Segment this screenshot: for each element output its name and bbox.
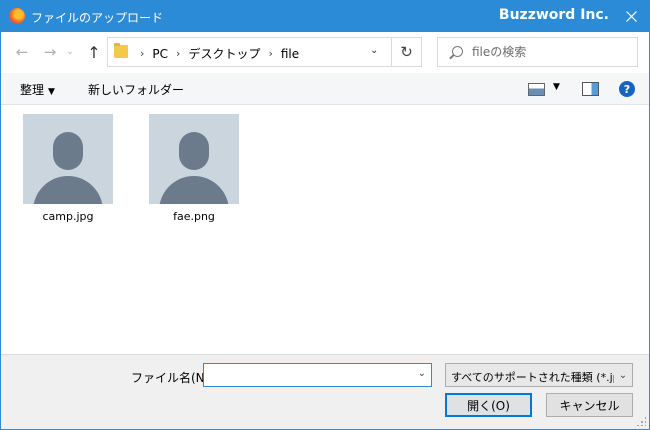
title-bar: ファイルのアップロード Buzzword Inc. [1, 1, 649, 32]
forward-button[interactable]: → [41, 42, 59, 62]
chevron-down-icon: ⌄ [66, 47, 74, 57]
refresh-icon: ↻ [400, 43, 413, 61]
up-arrow-icon: ↑ [87, 42, 101, 62]
chevron-right-icon: › [176, 47, 181, 60]
view-options-caret-icon[interactable]: ▼ [553, 82, 560, 92]
chevron-right-icon: › [140, 47, 145, 60]
address-dropdown-button[interactable]: ⌄ [370, 45, 378, 56]
cancel-button[interactable]: キャンセル [546, 393, 633, 417]
filetype-value: すべてのサポートされた種類 (*.jpg;* [451, 371, 633, 384]
help-button[interactable]: ? [619, 81, 635, 97]
search-icon [452, 46, 463, 57]
breadcrumb-item-file[interactable]: file [281, 47, 299, 61]
forward-arrow-icon: → [43, 43, 57, 61]
file-name: camp.jpg [42, 210, 94, 223]
chevron-down-icon: ⌄ [370, 45, 379, 56]
command-bar: 整理 ▼ 新しいフォルダー ▼ ? [1, 73, 649, 105]
person-placeholder-icon [149, 114, 239, 204]
refresh-button[interactable]: ↻ [391, 38, 421, 66]
resize-grip[interactable] [636, 416, 646, 426]
filename-input[interactable] [208, 367, 408, 383]
address-bar[interactable]: › PC › デスクトップ › file ⌄ ↻ [107, 37, 422, 67]
breadcrumb: › PC › デスクトップ › file [132, 45, 299, 62]
brand-label: Buzzword Inc. [498, 7, 609, 23]
filename-combobox[interactable]: ⌄ [203, 363, 432, 387]
preview-pane-button[interactable] [582, 82, 599, 96]
file-upload-dialog: ファイルのアップロード Buzzword Inc. ← → ⌄ ↑ › PC › [0, 0, 650, 430]
filename-label: ファイル名(N): [131, 371, 214, 385]
firefox-icon [9, 8, 25, 24]
search-input[interactable] [472, 44, 632, 60]
close-icon [625, 11, 637, 22]
chevron-down-icon: ⌄ [614, 364, 632, 386]
breadcrumb-item-pc[interactable]: PC [152, 47, 168, 61]
view-options-button[interactable] [528, 83, 545, 96]
chevron-down-icon[interactable]: ⌄ [418, 368, 426, 379]
organize-button[interactable]: 整理 ▼ [20, 81, 55, 98]
dialog-footer: ファイル名(N): ⌄ すべてのサポートされた種類 (*.jpg;* ⌄ 開く(… [1, 354, 649, 429]
up-button[interactable]: ↑ [85, 42, 103, 62]
caret-down-icon: ▼ [48, 87, 55, 97]
open-button[interactable]: 開く(O) [445, 393, 532, 417]
navigation-bar: ← → ⌄ ↑ › PC › デスクトップ › file ⌄ ↻ [1, 32, 649, 73]
folder-icon [114, 43, 128, 58]
person-placeholder-icon [23, 114, 113, 204]
breadcrumb-item-desktop[interactable]: デスクトップ [188, 45, 260, 62]
file-list: camp.jpg fae.png [1, 106, 649, 354]
recent-locations-button[interactable]: ⌄ [64, 42, 76, 62]
window-title: ファイルのアップロード [31, 11, 164, 25]
search-box[interactable] [437, 37, 638, 67]
close-button[interactable] [613, 1, 649, 32]
chevron-right-icon: › [268, 47, 273, 60]
back-button[interactable]: ← [13, 42, 31, 62]
filetype-select[interactable]: すべてのサポートされた種類 (*.jpg;* ⌄ [445, 363, 633, 387]
back-arrow-icon: ← [15, 43, 29, 61]
new-folder-button[interactable]: 新しいフォルダー [88, 81, 184, 98]
organize-label: 整理 [20, 83, 45, 97]
new-folder-label: 新しいフォルダー [88, 83, 185, 97]
file-name: fae.png [173, 210, 215, 223]
